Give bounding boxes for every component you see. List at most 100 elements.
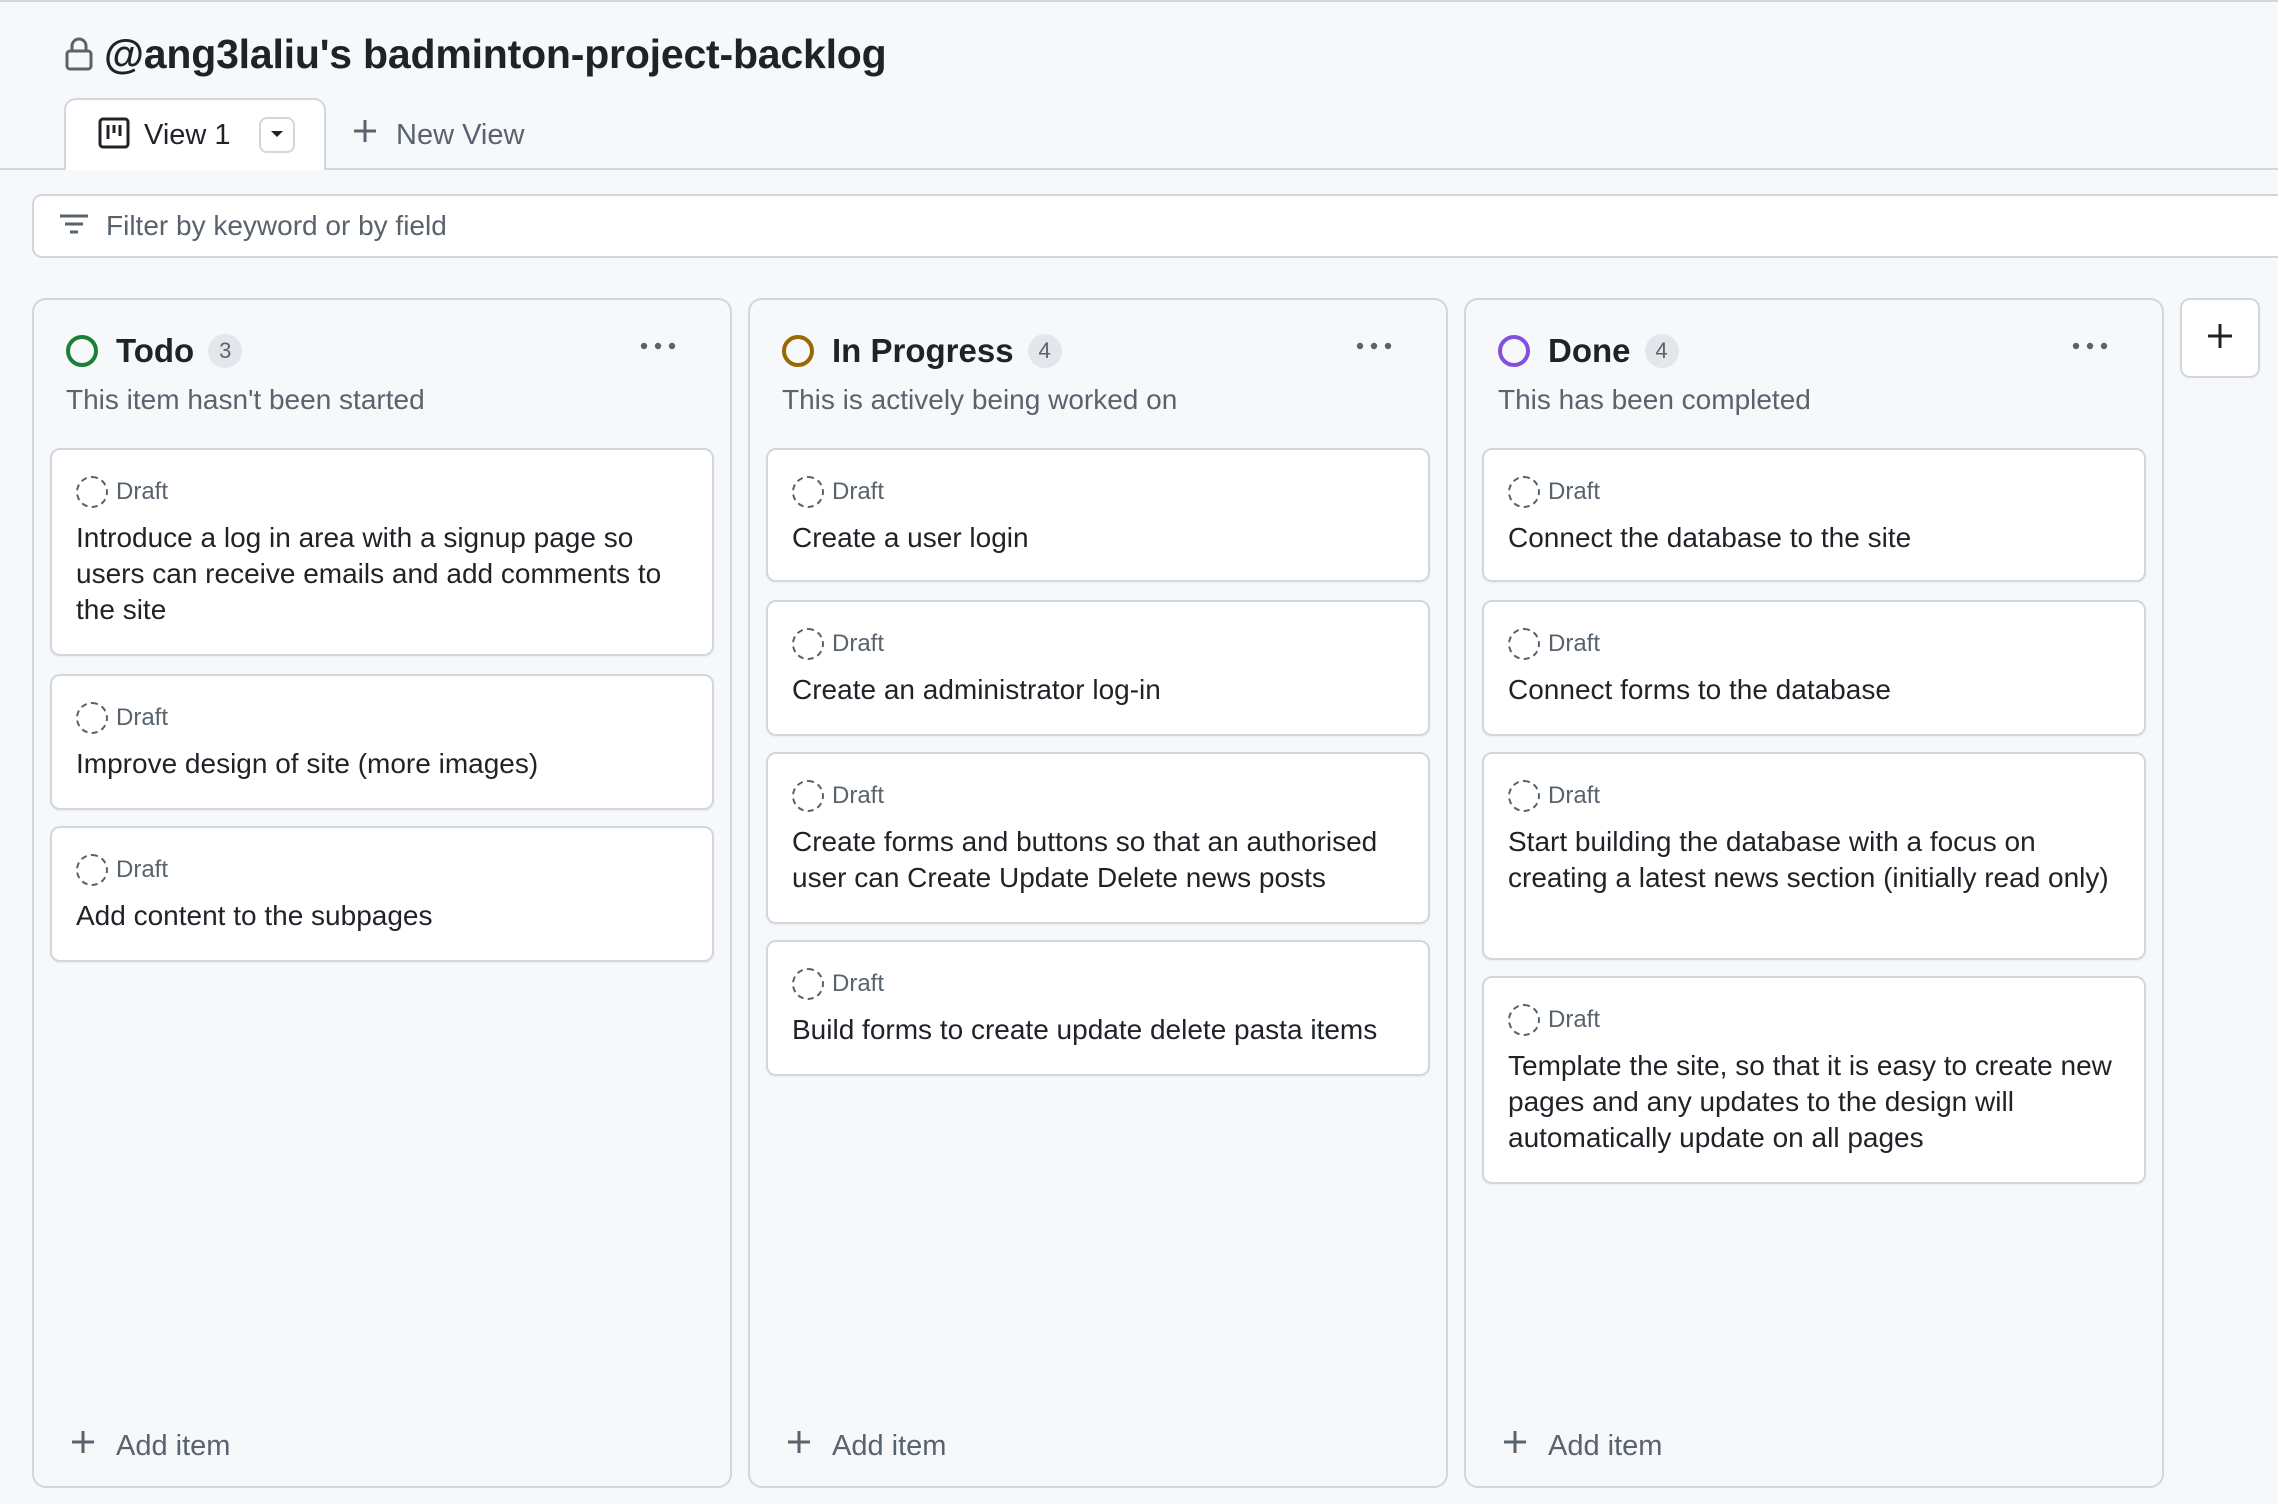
draft-issue-icon xyxy=(76,854,108,886)
draft-issue-icon xyxy=(1508,1004,1540,1036)
card-title[interactable]: Create forms and buttons so that an auth… xyxy=(792,824,1412,896)
card[interactable]: Draft Create an administrator log-in xyxy=(766,600,1430,736)
draft-issue-icon xyxy=(1508,780,1540,812)
filter-bar[interactable] xyxy=(32,194,2278,258)
plus-icon xyxy=(70,1429,96,1463)
draft-label: Draft xyxy=(832,970,885,997)
count-badge: 4 xyxy=(1644,334,1679,368)
tab-view-1[interactable]: View 1 xyxy=(64,98,326,170)
page-title: @ang3laliu's badminton-project-backlog xyxy=(104,30,887,77)
draft-label: Draft xyxy=(116,478,169,505)
column-done: Done 4 This has been completed Draft Con… xyxy=(1464,298,2164,1488)
count-badge: 3 xyxy=(208,334,243,368)
filter-icon xyxy=(58,212,90,241)
card[interactable]: Draft Improve design of site (more image… xyxy=(50,674,714,810)
card-title[interactable]: Connect the database to the site xyxy=(1508,520,2128,556)
column-menu-button[interactable] xyxy=(630,326,686,366)
draft-badge: Draft xyxy=(1508,780,1600,812)
new-view-label: New View xyxy=(396,118,525,151)
in-progress-status-icon xyxy=(782,335,814,367)
draft-badge: Draft xyxy=(76,476,168,508)
kebab-horizontal-icon xyxy=(640,337,676,355)
draft-label: Draft xyxy=(116,856,169,883)
project-header: @ang3laliu's badminton-project-backlog xyxy=(64,26,887,82)
board-view-icon xyxy=(98,117,130,154)
tab-label: View 1 xyxy=(144,118,231,151)
add-item-button[interactable]: Add item xyxy=(1502,1426,1662,1466)
draft-label: Draft xyxy=(116,704,169,731)
draft-issue-icon xyxy=(1508,476,1540,508)
column-description: This item hasn't been started xyxy=(66,384,425,415)
column-title: Done xyxy=(1548,332,1631,369)
draft-label: Draft xyxy=(832,478,885,505)
lock-icon xyxy=(64,36,94,72)
draft-issue-icon xyxy=(76,702,108,734)
card[interactable]: Draft Build forms to create update delet… xyxy=(766,940,1430,1076)
draft-issue-icon xyxy=(792,628,824,660)
column-header: Todo 3 xyxy=(66,328,698,374)
column-title: In Progress xyxy=(832,332,1014,369)
card[interactable]: Draft Connect forms to the database xyxy=(1482,600,2146,736)
draft-label: Draft xyxy=(1548,1006,1601,1033)
card[interactable]: Draft Connect the database to the site xyxy=(1482,448,2146,582)
plus-icon xyxy=(352,118,378,152)
draft-issue-icon xyxy=(792,780,824,812)
card[interactable]: Draft Template the site, so that it is e… xyxy=(1482,976,2146,1184)
plus-icon xyxy=(786,1429,812,1463)
draft-badge: Draft xyxy=(792,968,884,1000)
tabs-divider xyxy=(0,168,2278,170)
column-description: This has been completed xyxy=(1498,384,1811,415)
card[interactable]: Draft Add content to the subpages xyxy=(50,826,714,962)
card[interactable]: Draft Introduce a log in area with a sig… xyxy=(50,448,714,656)
draft-badge: Draft xyxy=(76,702,168,734)
count-badge: 4 xyxy=(1027,334,1062,368)
draft-issue-icon xyxy=(76,476,108,508)
draft-badge: Draft xyxy=(792,628,884,660)
card[interactable]: Draft Start building the database with a… xyxy=(1482,752,2146,960)
draft-label: Draft xyxy=(1548,782,1601,809)
column-header: Done 4 xyxy=(1498,328,2130,374)
column-header: In Progress 4 xyxy=(782,328,1414,374)
column-todo: Todo 3 This item hasn't been started Dra… xyxy=(32,298,732,1488)
kebab-horizontal-icon xyxy=(1356,337,1392,355)
card-title[interactable]: Introduce a log in area with a signup pa… xyxy=(76,520,696,628)
plus-icon xyxy=(2206,322,2234,355)
column-in-progress: In Progress 4 This is actively being wor… xyxy=(748,298,1448,1488)
card-title[interactable]: Connect forms to the database xyxy=(1508,672,2128,708)
card-title[interactable]: Add content to the subpages xyxy=(76,898,696,934)
new-view-button[interactable]: New View xyxy=(352,110,524,160)
column-title: Todo xyxy=(116,332,195,369)
card-title[interactable]: Create a user login xyxy=(792,520,1412,556)
caret-down-icon xyxy=(269,126,285,144)
top-border xyxy=(0,0,2278,2)
draft-badge: Draft xyxy=(1508,476,1600,508)
add-item-button[interactable]: Add item xyxy=(70,1426,230,1466)
card-title[interactable]: Template the site, so that it is easy to… xyxy=(1508,1048,2128,1156)
card[interactable]: Draft Create forms and buttons so that a… xyxy=(766,752,1430,924)
add-item-button[interactable]: Add item xyxy=(786,1426,946,1466)
done-status-icon xyxy=(1498,335,1530,367)
card-title[interactable]: Improve design of site (more images) xyxy=(76,746,696,782)
add-column-button[interactable] xyxy=(2180,298,2260,378)
draft-issue-icon xyxy=(792,968,824,1000)
column-menu-button[interactable] xyxy=(1346,326,1402,366)
add-item-label: Add item xyxy=(832,1429,947,1462)
draft-issue-icon xyxy=(1508,628,1540,660)
kebab-horizontal-icon xyxy=(2072,337,2108,355)
card-title[interactable]: Build forms to create update delete past… xyxy=(792,1012,1412,1048)
card-title[interactable]: Create an administrator log-in xyxy=(792,672,1412,708)
draft-label: Draft xyxy=(1548,478,1601,505)
card[interactable]: Draft Create a user login xyxy=(766,448,1430,582)
draft-badge: Draft xyxy=(76,854,168,886)
draft-badge: Draft xyxy=(1508,1004,1600,1036)
add-item-label: Add item xyxy=(116,1429,231,1462)
card-title[interactable]: Start building the database with a focus… xyxy=(1508,824,2128,896)
todo-status-icon xyxy=(66,335,98,367)
draft-badge: Draft xyxy=(792,780,884,812)
filter-input[interactable] xyxy=(106,210,1906,242)
column-menu-button[interactable] xyxy=(2062,326,2118,366)
draft-label: Draft xyxy=(1548,630,1601,657)
column-description: This is actively being worked on xyxy=(782,384,1178,415)
view-options-button[interactable] xyxy=(258,117,295,153)
draft-label: Draft xyxy=(832,782,885,809)
